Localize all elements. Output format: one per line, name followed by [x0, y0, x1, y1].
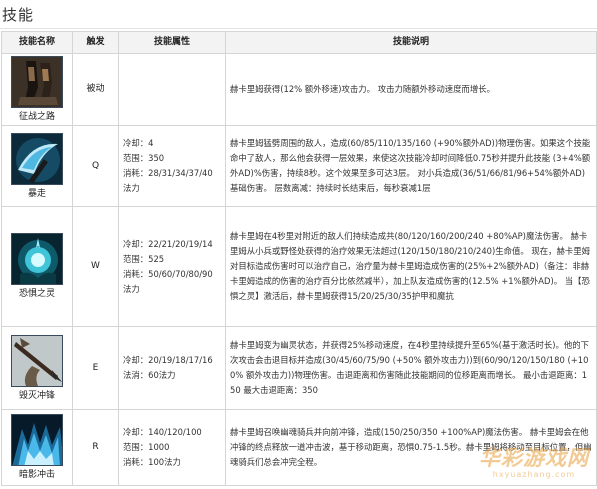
skill-description: 赫卡里姆在4秒里对附近的敌人们持续造成共(80/120/160/200/240 … — [225, 206, 597, 327]
column-header-trigger: 触发 — [72, 31, 119, 54]
skill-name: 恐惧之灵 — [18, 289, 55, 299]
table-row: 毁灭冲锋 E 冷却：20/19/18/17/16 法消：60法力 赫卡里姆变为幽… — [1, 326, 597, 410]
skill-attributes: 冷却：4 范围：350 消耗：28/31/34/37/40法力 — [118, 125, 226, 207]
skill-name-cell: 征战之路 — [1, 53, 73, 126]
skill-description: 赫卡里姆获得(12% 额外移速)攻击力。 攻击力随额外移动速度而增长。 — [225, 53, 597, 126]
skill-description: 赫卡里姆变为幽灵状态，并获得25%移动速度，在4秒里持续提升至65%(基于激活时… — [225, 326, 597, 410]
column-header-name: 技能名称 — [1, 31, 73, 54]
column-header-description: 技能说明 — [225, 31, 597, 54]
skill-name: 暗影冲击 — [18, 470, 55, 480]
skill-trigger: W — [72, 206, 119, 327]
skill-name-cell: 暴走 — [1, 125, 73, 207]
table-row: 征战之路 被动 赫卡里姆获得(12% 额外移速)攻击力。 攻击力随额外移动速度而… — [1, 53, 597, 126]
skill-trigger: E — [72, 326, 119, 410]
skill-description: 赫卡里姆召唤幽魂骑兵并向前冲锋，造成(150/250/350 +100%AP)魔… — [225, 409, 597, 486]
skill-name: 毁灭冲锋 — [18, 390, 55, 401]
table-row: 恐惧之灵 W 冷却：22/21/20/19/14 范围：525 消耗：50/60… — [1, 206, 597, 327]
shadow-riders-icon — [11, 414, 63, 466]
skill-attribute: 冷却：20/19/18/17/16 — [123, 355, 213, 365]
skill-name: 征战之路 — [18, 112, 55, 122]
skill-name-cell: 暗影冲击 — [1, 409, 73, 486]
skill-attribute: 冷却：140/120/100 — [123, 427, 202, 437]
skill-description: 赫卡里姆猛劈周围的敌人，造成(60/85/110/135/160 (+90%额外… — [225, 125, 597, 207]
skill-attributes: 冷却：20/19/18/17/16 法消：60法力 — [118, 326, 226, 410]
skill-attributes: 冷却：22/21/20/19/14 范围：525 消耗：50/60/70/80/… — [118, 206, 226, 327]
skill-attribute: 法消：60法力 — [123, 370, 176, 380]
skill-attribute: 消耗：100法力 — [123, 457, 181, 467]
table-header-row: 技能名称 触发 技能属性 技能说明 — [1, 31, 597, 54]
skill-name-cell: 恐惧之灵 — [1, 206, 73, 327]
legs-walking-icon — [11, 56, 63, 108]
skills-table: 技能名称 触发 技能属性 技能说明 征战之路 被动 赫卡里姆获得(12% 额外移… — [1, 31, 597, 486]
table-row: 暴走 Q 冷却：4 范围：350 消耗：28/31/34/37/40法力 赫卡里… — [1, 125, 597, 207]
skill-attributes — [118, 53, 226, 126]
skill-trigger: 被动 — [72, 53, 119, 126]
skill-attribute: 范围：350 — [123, 153, 165, 163]
section-title: 技能 — [2, 6, 35, 24]
spear-charge-icon — [11, 334, 63, 387]
skill-attribute: 范围：525 — [123, 253, 165, 264]
skill-name: 暴走 — [27, 188, 46, 199]
skill-attribute: 冷却：22/21/20/19/14 — [123, 238, 213, 249]
skill-trigger: R — [72, 409, 119, 486]
skill-attribute: 消耗：28/31/34/37/40法力 — [123, 168, 213, 193]
skill-attributes: 冷却：140/120/100 范围：1000 消耗：100法力 — [118, 409, 226, 486]
skill-attribute: 范围：1000 — [123, 442, 170, 452]
skill-attribute: 冷却：4 — [123, 138, 154, 148]
skill-trigger: Q — [72, 125, 119, 207]
axe-slash-icon — [11, 132, 63, 185]
spirit-orb-icon — [11, 233, 63, 285]
title-divider — [0, 28, 597, 29]
table-row: 暗影冲击 R 冷却：140/120/100 范围：1000 消耗：100法力 赫… — [1, 409, 597, 486]
skill-attribute: 消耗：50/60/70/80/90法力 — [123, 268, 213, 294]
column-header-attributes: 技能属性 — [118, 31, 226, 54]
skill-name-cell: 毁灭冲锋 — [1, 326, 73, 410]
